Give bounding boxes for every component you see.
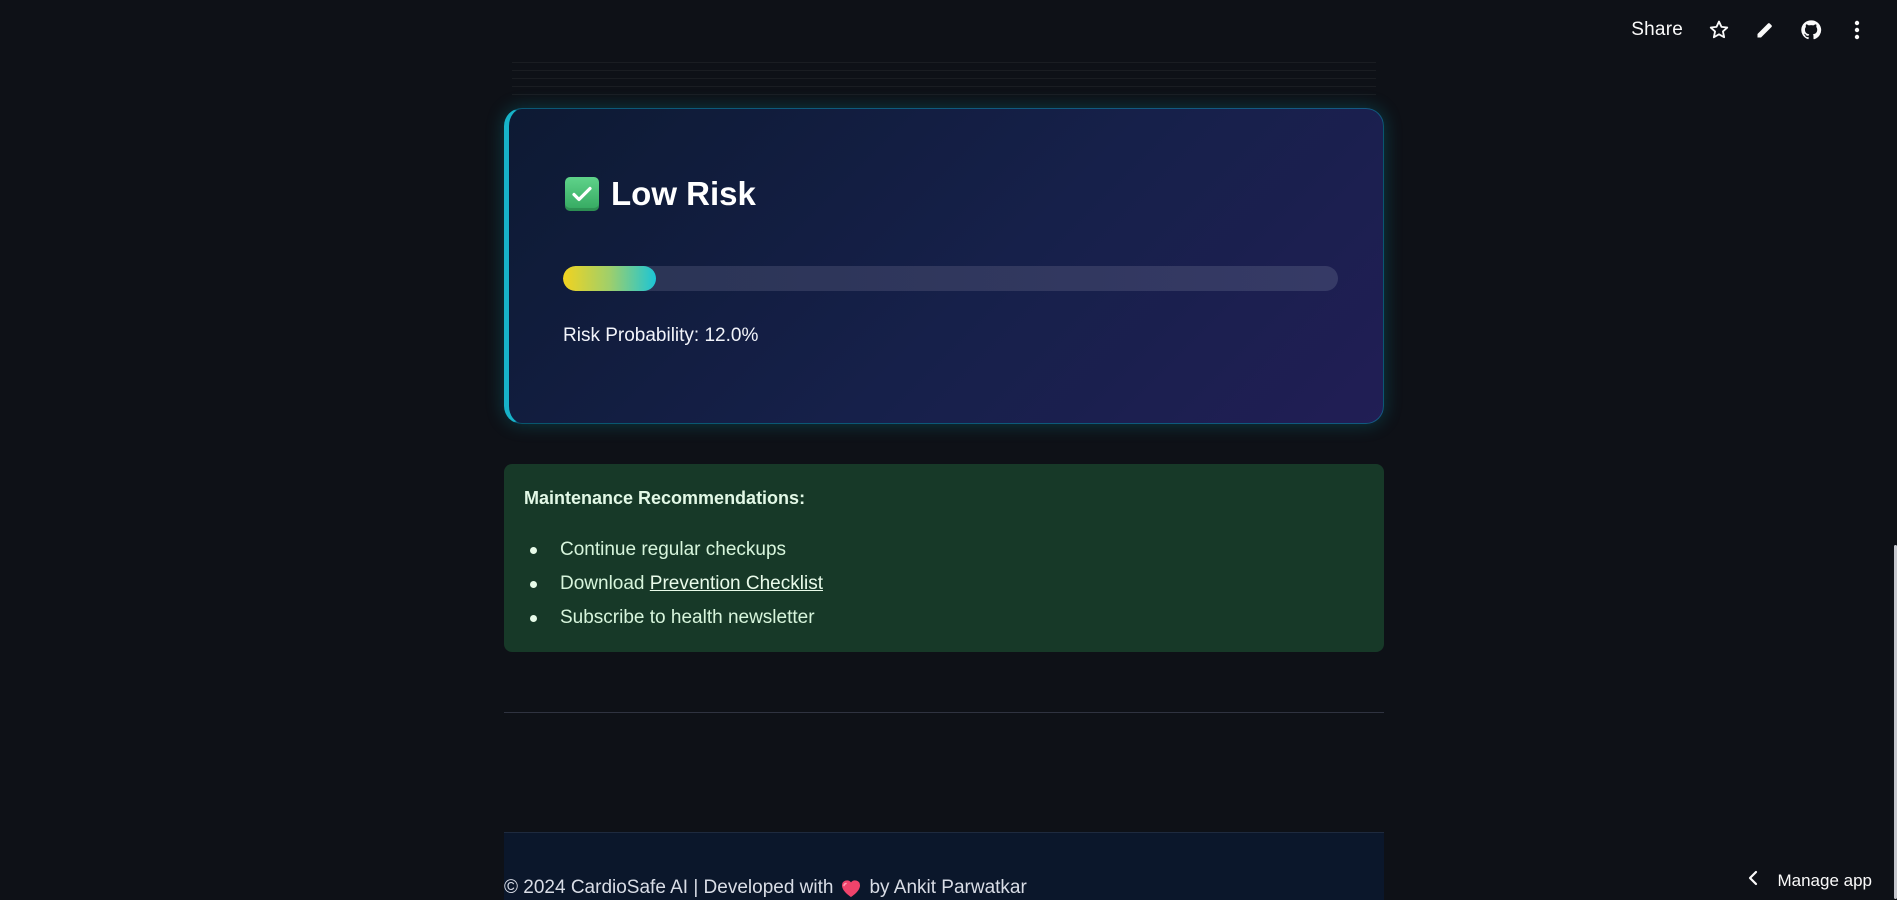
manage-app-button[interactable]: Manage app (1747, 870, 1872, 891)
risk-level-title: Low Risk (611, 175, 756, 212)
heart-icon (839, 878, 863, 898)
section-divider (504, 712, 1384, 713)
risk-progress-bar (563, 266, 1338, 291)
recommendations-box: Maintenance Recommendations: Continue re… (504, 464, 1384, 652)
check-mark-icon (565, 177, 599, 211)
list-item: Continue regular checkups (524, 533, 1364, 567)
faint-divider-lines (512, 62, 1376, 96)
recommendation-text: Download (560, 573, 645, 594)
list-item: Download Prevention Checklist (524, 567, 1364, 601)
risk-progress-fill (563, 266, 656, 291)
star-icon[interactable] (1707, 18, 1731, 42)
github-icon[interactable] (1799, 18, 1823, 42)
recommendations-list: Continue regular checkups Download Preve… (524, 533, 1364, 635)
list-item: Subscribe to health newsletter (524, 601, 1364, 635)
recommendations-title: Maintenance Recommendations: (524, 488, 806, 508)
more-vertical-icon[interactable] (1845, 18, 1869, 42)
share-button[interactable]: Share (1631, 19, 1683, 41)
recommendation-text: Subscribe to health newsletter (560, 607, 815, 628)
footer: © 2024 CardioSafe AI | Developed with by… (504, 832, 1384, 900)
footer-text-before: © 2024 CardioSafe AI | Developed with (504, 877, 834, 898)
footer-credit: © 2024 CardioSafe AI | Developed with by… (504, 877, 1027, 899)
top-toolbar: Share (1631, 14, 1869, 46)
risk-result-card: Low Risk Risk Probability: 12.0% (504, 108, 1384, 424)
prevention-checklist-link[interactable]: Prevention Checklist (650, 573, 823, 594)
risk-probability-text: Risk Probability: 12.0% (563, 325, 759, 346)
recommendation-text: Continue regular checkups (560, 539, 787, 560)
manage-app-label: Manage app (1777, 870, 1872, 890)
footer-text-after: by Ankit Parwatkar (869, 877, 1027, 898)
pencil-icon[interactable] (1753, 18, 1777, 42)
chevron-left-icon (1747, 870, 1759, 891)
risk-heading: Low Risk (565, 175, 756, 213)
